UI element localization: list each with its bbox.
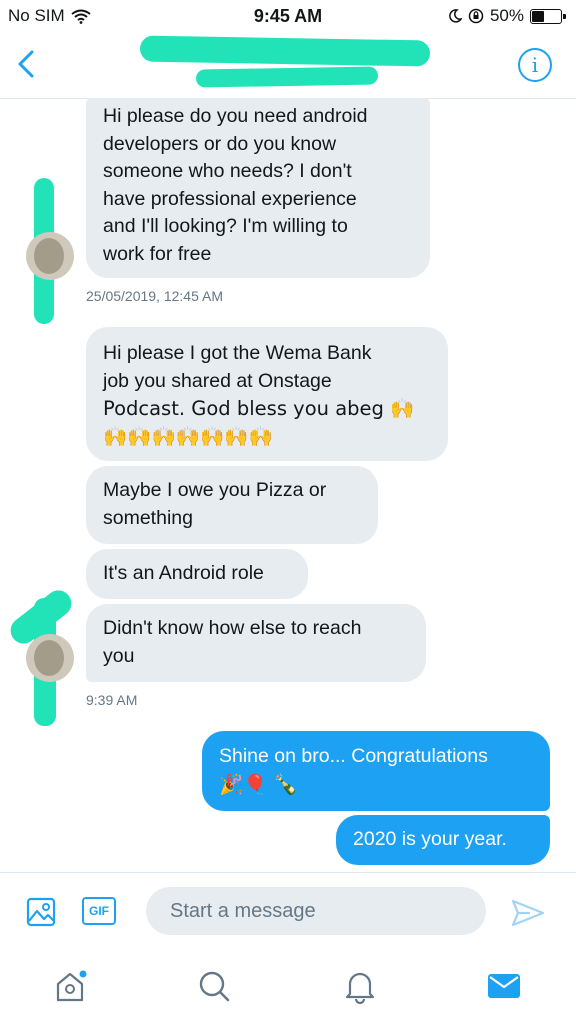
message-timestamp: 9:39 AM bbox=[86, 692, 138, 708]
battery-icon bbox=[530, 8, 566, 24]
message-line: Hi please I got the Wema Bank bbox=[103, 342, 372, 364]
message-line: Maybe I owe you Pizza or bbox=[103, 479, 327, 501]
tab-messages[interactable] bbox=[480, 962, 528, 1010]
message-line: and I'll looking? I'm willing to bbox=[103, 215, 348, 237]
redacted-handle bbox=[195, 66, 379, 88]
message-line: Hi please do you need android bbox=[103, 105, 368, 127]
envelope-icon bbox=[488, 974, 520, 998]
message-line: something bbox=[103, 506, 193, 529]
message-line: job you shared at Onstage bbox=[103, 369, 332, 392]
message-bubble[interactable]: Didn't know how else to reach you bbox=[86, 604, 426, 682]
tab-notifications[interactable] bbox=[336, 962, 384, 1010]
message-line: Shine on bro... Congratulations bbox=[219, 745, 488, 767]
do-not-disturb-icon bbox=[449, 9, 462, 23]
image-icon bbox=[26, 897, 56, 927]
message-bubble[interactable]: Maybe I owe you Pizza or something bbox=[86, 466, 378, 544]
compose-bar: GIF bbox=[0, 872, 576, 953]
chevron-left-icon bbox=[18, 50, 34, 78]
message-bubble[interactable]: Hi please do you need android developers… bbox=[86, 98, 430, 278]
redacted-name bbox=[139, 35, 431, 67]
message-line: you bbox=[103, 644, 135, 667]
info-button[interactable]: i bbox=[518, 48, 552, 82]
rotation-lock-icon bbox=[468, 8, 484, 24]
message-line: 🙌🙌🙌🙌🙌🙌🙌 bbox=[103, 424, 273, 448]
message-line: developers or do you know bbox=[103, 132, 337, 155]
avatar bbox=[26, 232, 74, 280]
message-bubble-sent[interactable]: 2020 is your year. bbox=[336, 815, 550, 865]
tab-home[interactable] bbox=[46, 962, 94, 1010]
message-bubble[interactable]: It's an Android role bbox=[86, 549, 308, 599]
message-line: Podcast. God bless you abeg 🙌 bbox=[103, 397, 415, 420]
message-line: 🎉🎈 🍾 bbox=[219, 772, 299, 796]
message-bubble-sent[interactable]: Shine on bro... Congratulations 🎉🎈 🍾 bbox=[202, 731, 550, 811]
media-button[interactable] bbox=[26, 897, 56, 927]
message-input[interactable] bbox=[146, 887, 486, 935]
message-bubble[interactable]: Hi please I got the Wema Bank job you sh… bbox=[86, 327, 448, 461]
message-line: someone who needs? I don't bbox=[103, 160, 352, 182]
search-icon bbox=[199, 971, 230, 1002]
back-button[interactable] bbox=[14, 44, 46, 84]
status-right: 50% bbox=[448, 6, 566, 26]
conversation-header: i bbox=[0, 34, 576, 99]
send-icon bbox=[511, 899, 545, 927]
home-icon bbox=[56, 970, 87, 1002]
message-line: have professional experience bbox=[103, 187, 357, 210]
message-line: work for free bbox=[103, 242, 212, 265]
tab-search[interactable] bbox=[190, 962, 238, 1010]
battery-percent: 50% bbox=[489, 6, 524, 25]
message-line: 2020 is your year. bbox=[353, 828, 507, 850]
gif-button[interactable]: GIF bbox=[82, 897, 116, 925]
message-line: It's an Android role bbox=[103, 562, 264, 584]
tab-bar bbox=[0, 952, 576, 1024]
message-line: Didn't know how else to reach bbox=[103, 617, 362, 639]
send-button[interactable] bbox=[510, 897, 546, 929]
message-timestamp: 25/05/2019, 12:45 AM bbox=[86, 288, 223, 304]
avatar bbox=[26, 634, 74, 682]
bell-icon bbox=[345, 972, 375, 1004]
status-bar: No SIM 9:45 AM 50% bbox=[0, 0, 576, 34]
